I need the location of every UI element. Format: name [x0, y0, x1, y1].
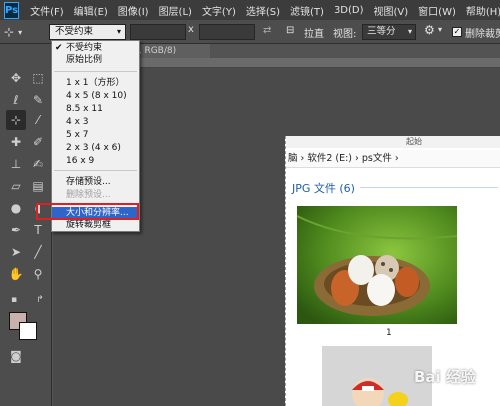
menu-bar: Ps 文件(F) 编辑(E) 图像(I) 图层(L) 文字(Y) 选择(S) 滤… [0, 0, 500, 20]
dropdown-item-5x7[interactable]: 5 x 7 [52, 129, 139, 141]
dropdown-item-4x5[interactable]: 4 x 5 (8 x 10) [52, 90, 139, 102]
dropdown-item-delete-preset: 删除预设... [66, 190, 111, 200]
marquee-tool-icon[interactable]: ⬚ [28, 68, 48, 88]
clear-icon[interactable]: ⇄ [263, 25, 271, 36]
group-divider [360, 187, 498, 188]
view-overlay-value: 三等分 [367, 26, 396, 37]
gear-icon[interactable]: ⚙ [424, 23, 435, 37]
view-overlay-select[interactable]: 三等分 ▾ [362, 24, 416, 40]
chevron-down-icon: ▾ [18, 27, 23, 37]
path-select-tool-icon[interactable]: ➤ [6, 242, 26, 262]
pen-tool-icon[interactable]: ✒ [6, 220, 26, 240]
menu-view[interactable]: 视图(V) [369, 3, 414, 18]
brush-tool-icon[interactable]: ✐ [28, 132, 48, 152]
menu-filter[interactable]: 滤镜(T) [285, 3, 329, 18]
menu-image[interactable]: 图像(I) [113, 3, 154, 18]
dropdown-item-label: 不受约束 [66, 43, 103, 53]
type-tool-icon[interactable]: T [28, 220, 48, 240]
dropdown-item-1x1[interactable]: 1 x 1（方形） [52, 77, 139, 89]
dropdown-item-original-ratio[interactable]: 原始比例 [52, 54, 139, 66]
eyedropper-tool-icon[interactable]: ⁄ [28, 110, 48, 130]
stamp-tool-icon[interactable]: ⊥ [6, 154, 26, 174]
crop-tool-icon[interactable]: ⊹ [6, 110, 26, 130]
chevron-down-icon: ▾ [407, 27, 412, 36]
healing-tool-icon[interactable]: ✚ [6, 132, 26, 152]
menu-type[interactable]: 文字(Y) [197, 3, 241, 18]
width-field[interactable] [130, 24, 186, 40]
thumbnail-label: 1 [386, 328, 392, 338]
dropdown-item-16x9[interactable]: 16 x 9 [52, 155, 139, 167]
height-field[interactable] [199, 24, 255, 40]
crop-icon: ⊹ [4, 25, 15, 39]
zoom-tool-icon[interactable]: ⚲ [28, 264, 48, 284]
group-heading: JPG 文件 (6) [292, 182, 355, 195]
watermark: Bai 经验 [414, 368, 476, 386]
swap-colors-icon[interactable]: ↱ [30, 290, 50, 310]
background-color-swatch[interactable] [19, 322, 37, 340]
dropdown-separator [54, 170, 137, 171]
delete-cropped-label: 删除裁剪 [465, 29, 500, 40]
document-tab[interactable]: 0, RGB/8) [130, 44, 210, 58]
dropdown-item-4x3[interactable]: 4 x 3 [52, 116, 139, 128]
tool-preset-picker[interactable]: ⊹ ▾ [4, 23, 38, 41]
hand-tool-icon[interactable]: ✋ [6, 264, 26, 284]
eggs-thumbnail [297, 206, 457, 324]
menu-3d[interactable]: 3D(D) [329, 5, 369, 16]
menu-window[interactable]: 窗口(W) [413, 3, 461, 18]
history-brush-tool-icon[interactable]: ✍ [28, 154, 48, 174]
chevron-down-icon: ▾ [116, 27, 121, 36]
quick-select-tool-icon[interactable]: ✎ [28, 90, 48, 110]
checkmark-icon: ✔ [55, 43, 63, 53]
explorer-title: 起始 [406, 137, 422, 146]
dropdown-item-rotate-crop-box[interactable]: 旋转裁剪框 [52, 219, 139, 231]
dropdown-separator [54, 71, 137, 72]
eraser-tool-icon[interactable]: ▱ [6, 176, 26, 196]
delete-cropped-checkbox[interactable]: ✓ [452, 27, 462, 37]
tools-panel: ✥ ⬚ ℓ ✎ ⊹ ⁄ ✚ ✐ ⊥ ✍ ▱ ▤ ● ◖ ✒ T ➤ ╱ ✋ ⚲ … [0, 44, 52, 406]
dropdown-item-unconstrained[interactable]: ✔ 不受约束 [52, 42, 139, 54]
aspect-ratio-select[interactable]: 不受约束 ▾ [49, 24, 126, 40]
straighten-label[interactable]: 拉直 [304, 25, 324, 40]
lasso-tool-icon[interactable]: ℓ [6, 90, 26, 110]
default-colors-icon[interactable]: ▪ [4, 290, 24, 310]
menu-file[interactable]: 文件(F) [25, 3, 69, 18]
photoshop-logo: Ps [4, 1, 20, 19]
blur-tool-icon[interactable]: ● [6, 198, 26, 218]
menu-help[interactable]: 帮助(H) [461, 3, 500, 18]
menu-layer[interactable]: 图层(L) [154, 3, 197, 18]
aspect-ratio-value: 不受约束 [55, 26, 94, 37]
dropdown-item-2x3[interactable]: 2 x 3 (4 x 6) [52, 142, 139, 154]
straighten-icon[interactable]: ⊟ [286, 25, 294, 36]
quick-mask-icon[interactable]: ◙ [6, 346, 26, 366]
shape-tool-icon[interactable]: ╱ [28, 242, 48, 262]
view-label: 视图: [333, 29, 357, 40]
chevron-down-icon[interactable]: ▾ [438, 25, 442, 34]
menu-edit[interactable]: 编辑(E) [69, 3, 113, 18]
breadcrumb: 脑 › 软件2 (E:) › ps文件 › [286, 150, 500, 168]
menu-select[interactable]: 选择(S) [241, 3, 285, 18]
dropdown-item-save-preset[interactable]: 存储预设... [52, 176, 139, 188]
gradient-tool-icon[interactable]: ▤ [28, 176, 48, 196]
dropdown-item-8-5x11[interactable]: 8.5 x 11 [52, 103, 139, 115]
explorer-title-strip [286, 136, 500, 148]
annotation-highlight-box [36, 203, 139, 220]
swap-separator: x [188, 24, 194, 35]
move-tool-icon[interactable]: ✥ [6, 68, 26, 88]
